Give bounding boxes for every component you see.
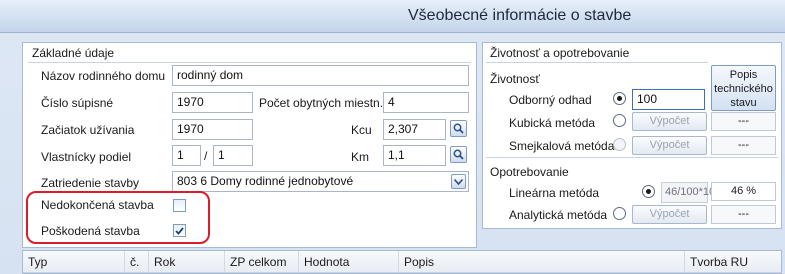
wear-subtitle: Opotrebovanie: [490, 165, 569, 179]
analytic-value: ---: [711, 205, 776, 224]
technical-state-line3: stavu: [730, 97, 757, 109]
km-field[interactable]: 1,1: [383, 145, 446, 166]
start-label: Začiatok užívania: [41, 123, 135, 137]
search-icon: [453, 123, 464, 134]
damaged-checkbox[interactable]: [173, 224, 186, 237]
radio-dot: [617, 96, 622, 101]
damaged-label: Poškodená stavba: [41, 224, 140, 238]
column-zp-total[interactable]: ZP celkom: [225, 251, 299, 273]
radio-dot: [646, 189, 651, 194]
life-wear-title: Životnosť a opotrebovanie: [490, 46, 630, 60]
technical-state-line1: Popis: [729, 69, 758, 81]
items-table: Typ č. Rok ZP celkom Hodnota Popis Tvorb…: [22, 250, 782, 274]
cubic-radio[interactable]: [613, 114, 626, 127]
divider: [486, 157, 778, 158]
search-icon: [453, 149, 464, 160]
column-ru[interactable]: Tvorba RU: [685, 251, 783, 273]
class-label: Zatriedenie stavby: [41, 176, 140, 190]
kcu-label: Kcu: [351, 123, 372, 137]
table-header: Typ č. Rok ZP celkom Hodnota Popis Tvorb…: [23, 251, 781, 273]
kcu-search-button[interactable]: [450, 120, 467, 137]
check-icon: [175, 226, 184, 235]
chevron-down-icon[interactable]: [451, 174, 466, 189]
divider: [486, 62, 708, 63]
sup-field[interactable]: 1970: [172, 92, 253, 113]
window-title: Všeobecné informácie o stavbe: [408, 7, 632, 24]
cubic-value: ---: [711, 112, 776, 131]
analytic-radio[interactable]: [613, 207, 626, 220]
column-type[interactable]: Typ: [23, 251, 125, 273]
unfinished-label: Nedokončená stavba: [41, 198, 154, 212]
linear-value: 46 %: [711, 182, 776, 201]
name-field[interactable]: rodinný dom: [172, 65, 469, 86]
cubic-label: Kubická metóda: [509, 116, 596, 130]
residents-label: Počet obytných miestn.: [259, 96, 384, 110]
residents-field[interactable]: 4: [383, 92, 469, 113]
divider: [28, 62, 471, 63]
technical-state-line2: technického: [714, 83, 773, 95]
linear-radio[interactable]: [642, 185, 655, 198]
km-search-button[interactable]: [450, 146, 467, 163]
basic-info-title: Základné údaje: [32, 46, 115, 60]
owner-slash: /: [204, 149, 208, 163]
column-year[interactable]: Rok: [149, 251, 225, 273]
linear-formula: 46/100*100: [661, 182, 721, 203]
linear-label: Lineárna metóda: [509, 186, 600, 200]
owner-label: Vlastnícky podiel: [41, 150, 132, 164]
smejkal-radio[interactable]: [613, 138, 626, 151]
expert-label: Odborný odhad: [509, 93, 592, 107]
smejkal-label: Smejkalová metóda: [509, 139, 615, 153]
technical-state-button[interactable]: Popis technického stavu: [711, 65, 776, 111]
unfinished-checkbox[interactable]: [173, 199, 186, 212]
life-subtitle: Životnosť: [490, 72, 540, 86]
smejkal-value: ---: [711, 136, 776, 155]
column-number[interactable]: č.: [125, 251, 149, 273]
km-label: Km: [351, 150, 369, 164]
sup-label: Číslo súpisné: [41, 96, 114, 110]
cubic-calc-button[interactable]: Výpočet: [632, 112, 707, 131]
expert-field[interactable]: 100: [632, 89, 705, 110]
owner-denominator-field[interactable]: 1: [213, 145, 253, 166]
kcu-field[interactable]: 2,307: [383, 119, 446, 140]
smejkal-calc-button[interactable]: Výpočet: [632, 136, 707, 155]
analytic-label: Analytická metóda: [509, 208, 608, 222]
column-value[interactable]: Hodnota: [299, 251, 399, 273]
expert-radio[interactable]: [613, 92, 626, 105]
title-bar: Všeobecné informácie o stavbe: [0, 0, 785, 33]
start-field[interactable]: 1970: [172, 119, 253, 140]
column-description[interactable]: Popis: [399, 251, 685, 273]
owner-numerator-field[interactable]: 1: [172, 145, 201, 166]
class-select[interactable]: 803 6 Domy rodinné jednobytové: [172, 171, 469, 192]
name-label: Názov rodinného domu: [41, 69, 166, 83]
analytic-calc-button[interactable]: Výpočet: [632, 205, 707, 224]
